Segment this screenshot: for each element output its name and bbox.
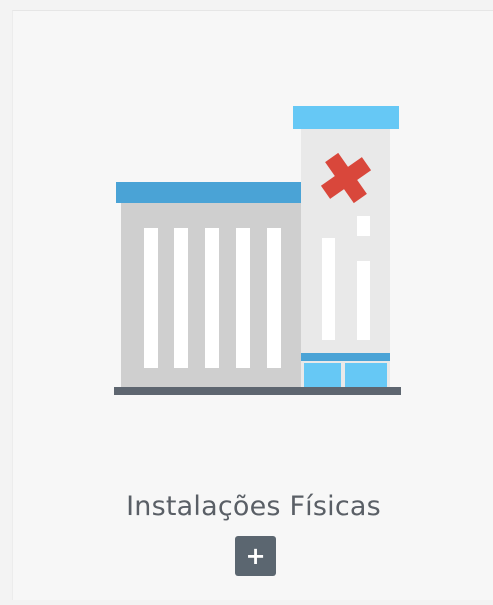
window-column: [267, 228, 281, 368]
window-column: [236, 228, 250, 368]
add-button[interactable]: +: [235, 536, 276, 576]
window-column: [205, 228, 219, 368]
tower-roof: [293, 106, 399, 129]
installations-card[interactable]: Instalações Físicas +: [12, 10, 493, 600]
window-column: [144, 228, 158, 368]
tower-window: [357, 261, 370, 340]
window-column: [174, 228, 188, 368]
main-building-roof: [116, 182, 301, 203]
tower-window: [357, 216, 370, 236]
card-title: Instalações Físicas: [126, 491, 381, 522]
ground-line: [114, 387, 401, 395]
entrance-canopy: [301, 353, 390, 361]
entrance-door-right: [345, 363, 387, 389]
tower-window: [322, 238, 335, 340]
hospital-building-icon: [13, 11, 493, 431]
entrance-door-left: [304, 363, 341, 389]
